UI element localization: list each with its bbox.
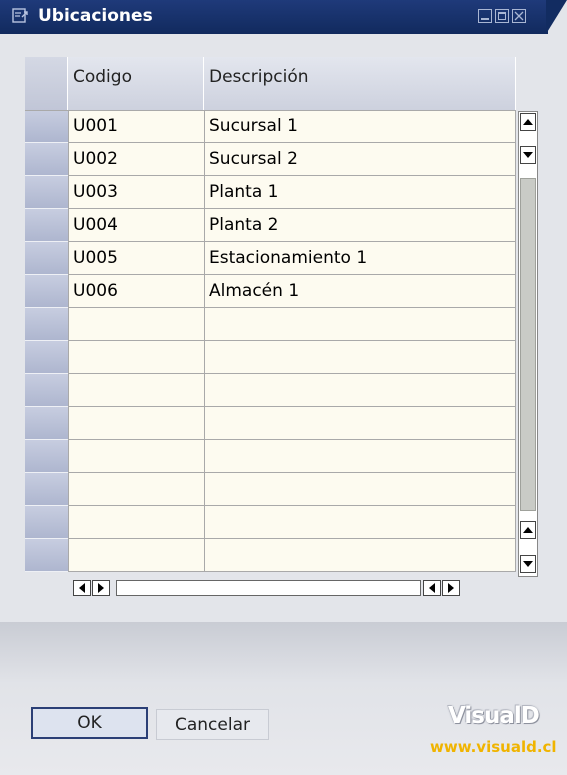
row-selector[interactable] — [25, 110, 68, 143]
table-row[interactable] — [25, 440, 516, 473]
table-row[interactable] — [25, 473, 516, 506]
scroll-up-button[interactable] — [520, 521, 536, 539]
row-selector[interactable] — [25, 341, 68, 374]
ubicaciones-window: Ubicaciones Codigo Descripción U001 Sucu… — [0, 0, 567, 775]
vertical-scrollbar[interactable] — [518, 111, 538, 577]
code-cell[interactable]: U002 — [68, 143, 204, 176]
table-row[interactable] — [25, 374, 516, 407]
arrow-left-icon — [79, 583, 85, 593]
scroll-right-button[interactable] — [442, 580, 460, 596]
arrow-right-icon — [448, 583, 454, 593]
horizontal-scroll-track[interactable] — [116, 580, 421, 596]
row-selector[interactable] — [25, 143, 68, 176]
table-row[interactable] — [25, 407, 516, 440]
row-selector[interactable] — [25, 308, 68, 341]
minimize-icon[interactable] — [478, 9, 492, 23]
description-cell[interactable] — [204, 539, 516, 572]
scroll-up-button[interactable] — [520, 113, 536, 131]
table-row[interactable]: U004 Planta 2 — [25, 209, 516, 242]
description-cell[interactable] — [204, 407, 516, 440]
code-cell[interactable] — [68, 539, 204, 572]
code-cell[interactable]: U003 — [68, 176, 204, 209]
scroll-left-button[interactable] — [423, 580, 441, 596]
row-selector[interactable] — [25, 506, 68, 539]
table-row[interactable] — [25, 341, 516, 374]
title-bar-tail — [546, 0, 567, 34]
table-row[interactable]: U001 Sucursal 1 — [25, 110, 516, 143]
table-row[interactable] — [25, 539, 516, 572]
code-cell[interactable] — [68, 341, 204, 374]
scroll-left-button[interactable] — [73, 580, 91, 596]
ok-button[interactable]: OK — [31, 707, 148, 739]
scroll-right-button[interactable] — [92, 580, 110, 596]
code-cell[interactable] — [68, 473, 204, 506]
close-icon[interactable] — [512, 9, 526, 23]
row-selector[interactable] — [25, 374, 68, 407]
visuald-url: www.visuald.cl — [430, 738, 557, 756]
row-selector[interactable] — [25, 176, 68, 209]
description-cell[interactable] — [204, 374, 516, 407]
description-cell[interactable] — [204, 473, 516, 506]
grid-top-border — [25, 110, 516, 111]
description-cell[interactable]: Sucursal 2 — [204, 143, 516, 176]
row-selector[interactable] — [25, 539, 68, 572]
description-cell[interactable] — [204, 440, 516, 473]
arrow-left-icon — [429, 583, 435, 593]
ubicaciones-grid: Codigo Descripción U001 Sucursal 1 U002 … — [25, 57, 538, 596]
arrow-right-icon — [98, 583, 104, 593]
scroll-down-button[interactable] — [520, 555, 536, 573]
window-title: Ubicaciones — [38, 6, 153, 26]
code-cell[interactable]: U004 — [68, 209, 204, 242]
column-header-codigo[interactable]: Codigo — [68, 57, 204, 110]
description-cell[interactable]: Planta 1 — [204, 176, 516, 209]
arrow-down-icon — [523, 152, 533, 158]
table-row[interactable]: U006 Almacén 1 — [25, 275, 516, 308]
description-cell[interactable]: Planta 2 — [204, 209, 516, 242]
table-row[interactable]: U005 Estacionamiento 1 — [25, 242, 516, 275]
description-cell[interactable]: Sucursal 1 — [204, 110, 516, 143]
title-bar[interactable]: Ubicaciones — [0, 0, 567, 34]
row-selector[interactable] — [25, 209, 68, 242]
table-row[interactable] — [25, 308, 516, 341]
row-selector[interactable] — [25, 407, 68, 440]
visuald-logo: VisualD — [448, 703, 540, 729]
maximize-icon[interactable] — [495, 9, 509, 23]
scroll-down-button[interactable] — [520, 146, 536, 164]
cancel-button[interactable]: Cancelar — [156, 709, 269, 740]
code-cell[interactable] — [68, 374, 204, 407]
code-cell[interactable]: U001 — [68, 110, 204, 143]
code-cell[interactable] — [68, 506, 204, 539]
row-selector[interactable] — [25, 242, 68, 275]
grid-header: Codigo Descripción — [25, 57, 516, 110]
grid-corner-cell[interactable] — [25, 57, 68, 110]
row-selector[interactable] — [25, 473, 68, 506]
row-selector[interactable] — [25, 440, 68, 473]
code-cell[interactable]: U006 — [68, 275, 204, 308]
description-cell[interactable] — [204, 341, 516, 374]
code-cell[interactable]: U005 — [68, 242, 204, 275]
description-cell[interactable] — [204, 308, 516, 341]
table-row[interactable]: U003 Planta 1 — [25, 176, 516, 209]
arrow-down-icon — [523, 561, 533, 567]
row-selector[interactable] — [25, 275, 68, 308]
code-cell[interactable] — [68, 440, 204, 473]
description-cell[interactable]: Estacionamiento 1 — [204, 242, 516, 275]
arrow-up-icon — [523, 119, 533, 125]
code-cell[interactable] — [68, 308, 204, 341]
column-header-descripcion[interactable]: Descripción — [204, 57, 516, 110]
arrow-up-icon — [523, 527, 533, 533]
window-controls — [478, 9, 526, 23]
form-icon — [12, 8, 28, 23]
table-row[interactable]: U002 Sucursal 2 — [25, 143, 516, 176]
table-row[interactable] — [25, 506, 516, 539]
code-cell[interactable] — [68, 407, 204, 440]
description-cell[interactable]: Almacén 1 — [204, 275, 516, 308]
description-cell[interactable] — [204, 506, 516, 539]
vertical-scroll-thumb[interactable] — [520, 178, 536, 511]
